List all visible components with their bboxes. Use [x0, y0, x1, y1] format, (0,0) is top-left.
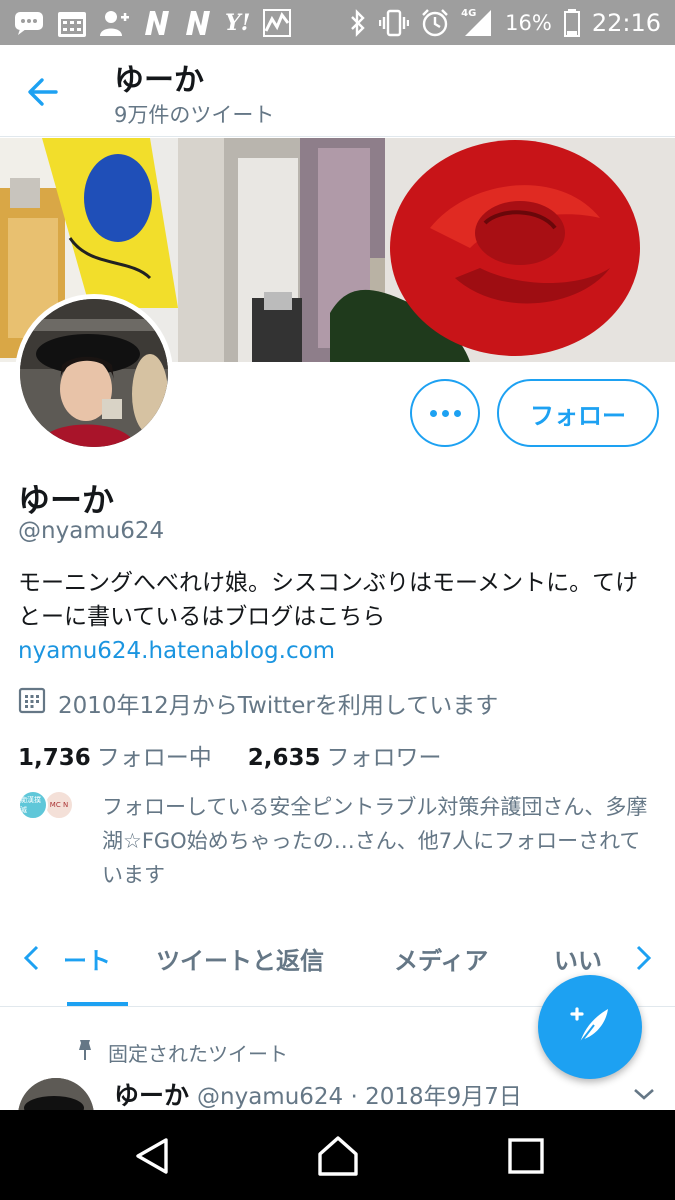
followers-count: 2,635 [247, 745, 321, 771]
tweet-avatar[interactable] [18, 1078, 94, 1110]
add-person-icon [100, 9, 130, 37]
tab-media[interactable]: メディア [394, 941, 488, 976]
dot [453, 409, 461, 417]
follow-stats: 1,736 フォロー中 2,635 フォロワー [18, 738, 442, 772]
alarm-icon [421, 8, 449, 37]
calendar-icon [18, 686, 46, 720]
follower-avatar: 痴漢撲滅 [18, 790, 48, 820]
follower-avatar-text: MC N [49, 801, 69, 809]
tweet-meta: @nyamu624 · 2018年9月7日 [197, 1084, 522, 1110]
battery-percent: 16% [505, 10, 552, 35]
following-link[interactable]: 1,736 フォロー中 [18, 738, 212, 772]
pinned-label: 固定されたツイート [108, 1042, 288, 1066]
android-nav-bar [0, 1110, 675, 1200]
app-bar: ゆーか 9万件のツイート [0, 45, 675, 137]
tweet-author: ゆーか [114, 1081, 190, 1110]
follower-avatar: MC N [44, 790, 74, 820]
joined-date: 2010年12月からTwitterを利用しています [18, 686, 498, 720]
vibrate-icon [379, 9, 410, 37]
compose-tweet-button[interactable] [538, 975, 642, 1079]
signal-icon: 4G [461, 8, 493, 38]
tweet-count: 9万件のツイート [114, 103, 275, 127]
chart-icon [263, 8, 292, 37]
battery-icon [563, 8, 580, 37]
home-icon[interactable] [316, 1134, 360, 1178]
profile-bio: モーニングへべれけ娘。シスコンぶりはモーメントに。てけとーに書いているはブログは… [18, 566, 658, 668]
chat-icon [14, 10, 44, 36]
dot [441, 409, 449, 417]
joined-text: 2010年12月からTwitterを利用しています [58, 693, 499, 719]
chevron-down-icon[interactable] [632, 1086, 656, 1102]
compose-feather-icon [566, 1001, 614, 1053]
recent-apps-icon[interactable] [504, 1134, 548, 1178]
tab-likes[interactable]: いい [554, 941, 628, 976]
n-icon [184, 10, 212, 36]
dot [429, 409, 437, 417]
back-triangle-icon[interactable] [130, 1134, 174, 1178]
calendar-icon [57, 8, 87, 38]
bio-text: モーニングへべれけ娘。シスコンぶりはモーメントに。てけとーに書いているはブログは… [18, 570, 639, 630]
screen: Y! 4G 16% 22:16 ゆーか 9万件のツイート フォロー ゆーか @n… [0, 0, 675, 1200]
profile-handle: @nyamu624 [18, 518, 165, 544]
status-bar: Y! 4G 16% 22:16 [0, 0, 675, 45]
network-label: 4G [461, 7, 477, 19]
clock: 22:16 [591, 8, 661, 37]
tab-tweets-and-replies[interactable]: ツイートと返信 [156, 941, 324, 976]
following-label: フォロー中 [96, 745, 212, 771]
header-title: ゆーか [114, 63, 204, 98]
following-count: 1,736 [18, 745, 91, 771]
followed-by-text: フォローしている安全ピントラブル対策弁護団さん、多摩湖☆FGO始めちゃったの…さ… [102, 795, 648, 887]
bluetooth-icon [349, 8, 367, 37]
back-arrow-icon[interactable] [26, 75, 60, 109]
tweet-header: ゆーか @nyamu624 · 2018年9月7日 [114, 1076, 522, 1110]
yahoo-icon: Y! [225, 9, 251, 36]
follower-avatar-text: 痴漢撲滅 [20, 796, 41, 814]
profile-name: ゆーか [18, 481, 115, 519]
n-icon [143, 10, 171, 36]
follow-button[interactable]: フォロー [497, 379, 659, 447]
pinned-row: 固定されたツイート [76, 1038, 288, 1067]
tab-tweets[interactable]: ート [63, 941, 111, 976]
chevron-right-icon[interactable] [633, 943, 655, 973]
active-tab-indicator [67, 1002, 128, 1006]
bio-link[interactable]: nyamu624.hatenablog.com [18, 638, 335, 664]
followers-label: フォロワー [326, 745, 442, 771]
pin-icon [76, 1039, 94, 1066]
profile-avatar[interactable] [15, 294, 173, 452]
followers-link[interactable]: 2,635 フォロワー [248, 738, 442, 772]
chevron-left-icon[interactable] [20, 943, 42, 973]
more-options-button[interactable] [410, 379, 480, 447]
